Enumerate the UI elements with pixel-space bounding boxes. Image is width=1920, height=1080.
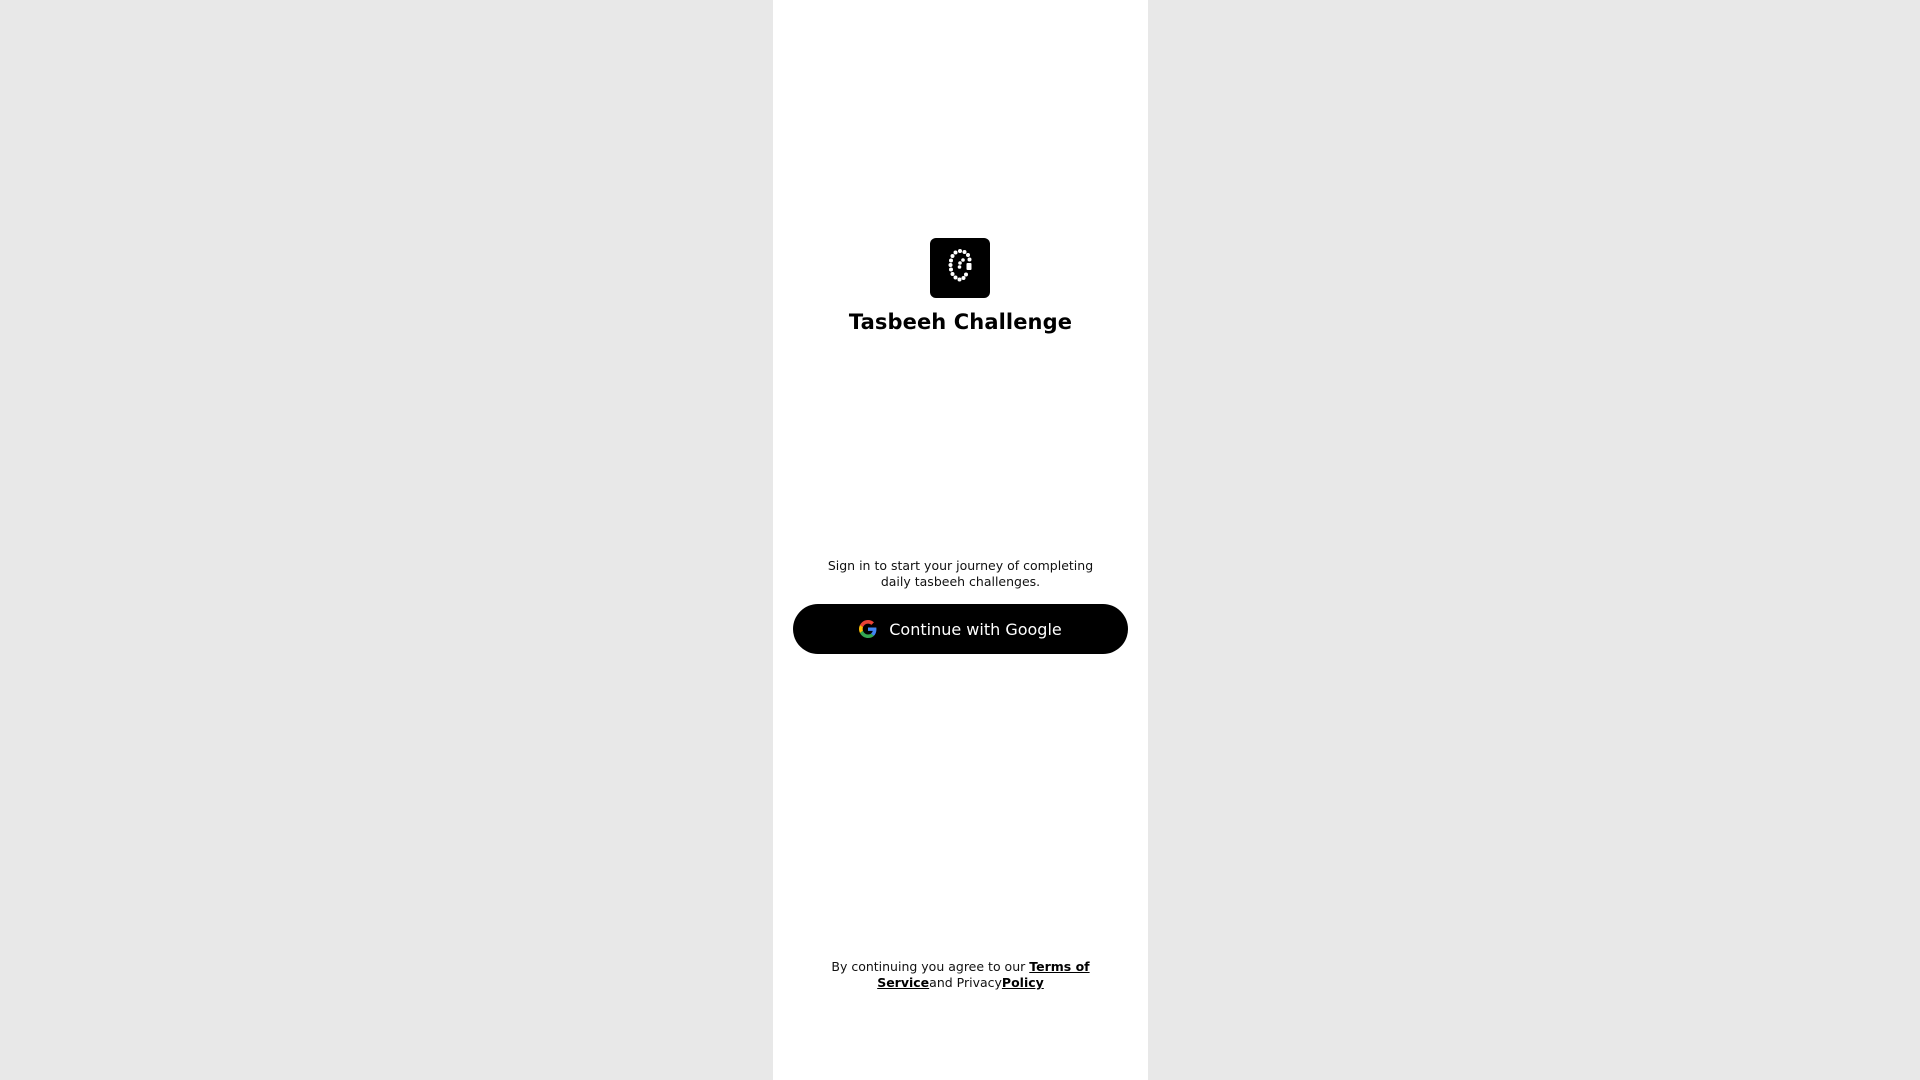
sign-in-tagline: Sign in to start your journey of complet… (827, 558, 1094, 589)
legal-notice: By continuing you agree to our Terms of … (793, 959, 1128, 991)
continue-with-google-label: Continue with Google (889, 619, 1062, 639)
google-icon (859, 620, 877, 638)
app-title: Tasbeeh Challenge (848, 310, 1073, 334)
privacy-policy-link[interactable]: Policy (1002, 975, 1044, 990)
continue-with-google-button[interactable]: Continue with Google (793, 604, 1128, 654)
app-logo (930, 238, 990, 298)
login-screen: Tasbeeh Challenge Sign in to start your … (773, 0, 1148, 1080)
legal-prefix: By continuing you agree to our (831, 959, 1030, 974)
tasbeeh-beads-icon (943, 247, 977, 289)
legal-middle: and Privacy (929, 975, 1002, 990)
